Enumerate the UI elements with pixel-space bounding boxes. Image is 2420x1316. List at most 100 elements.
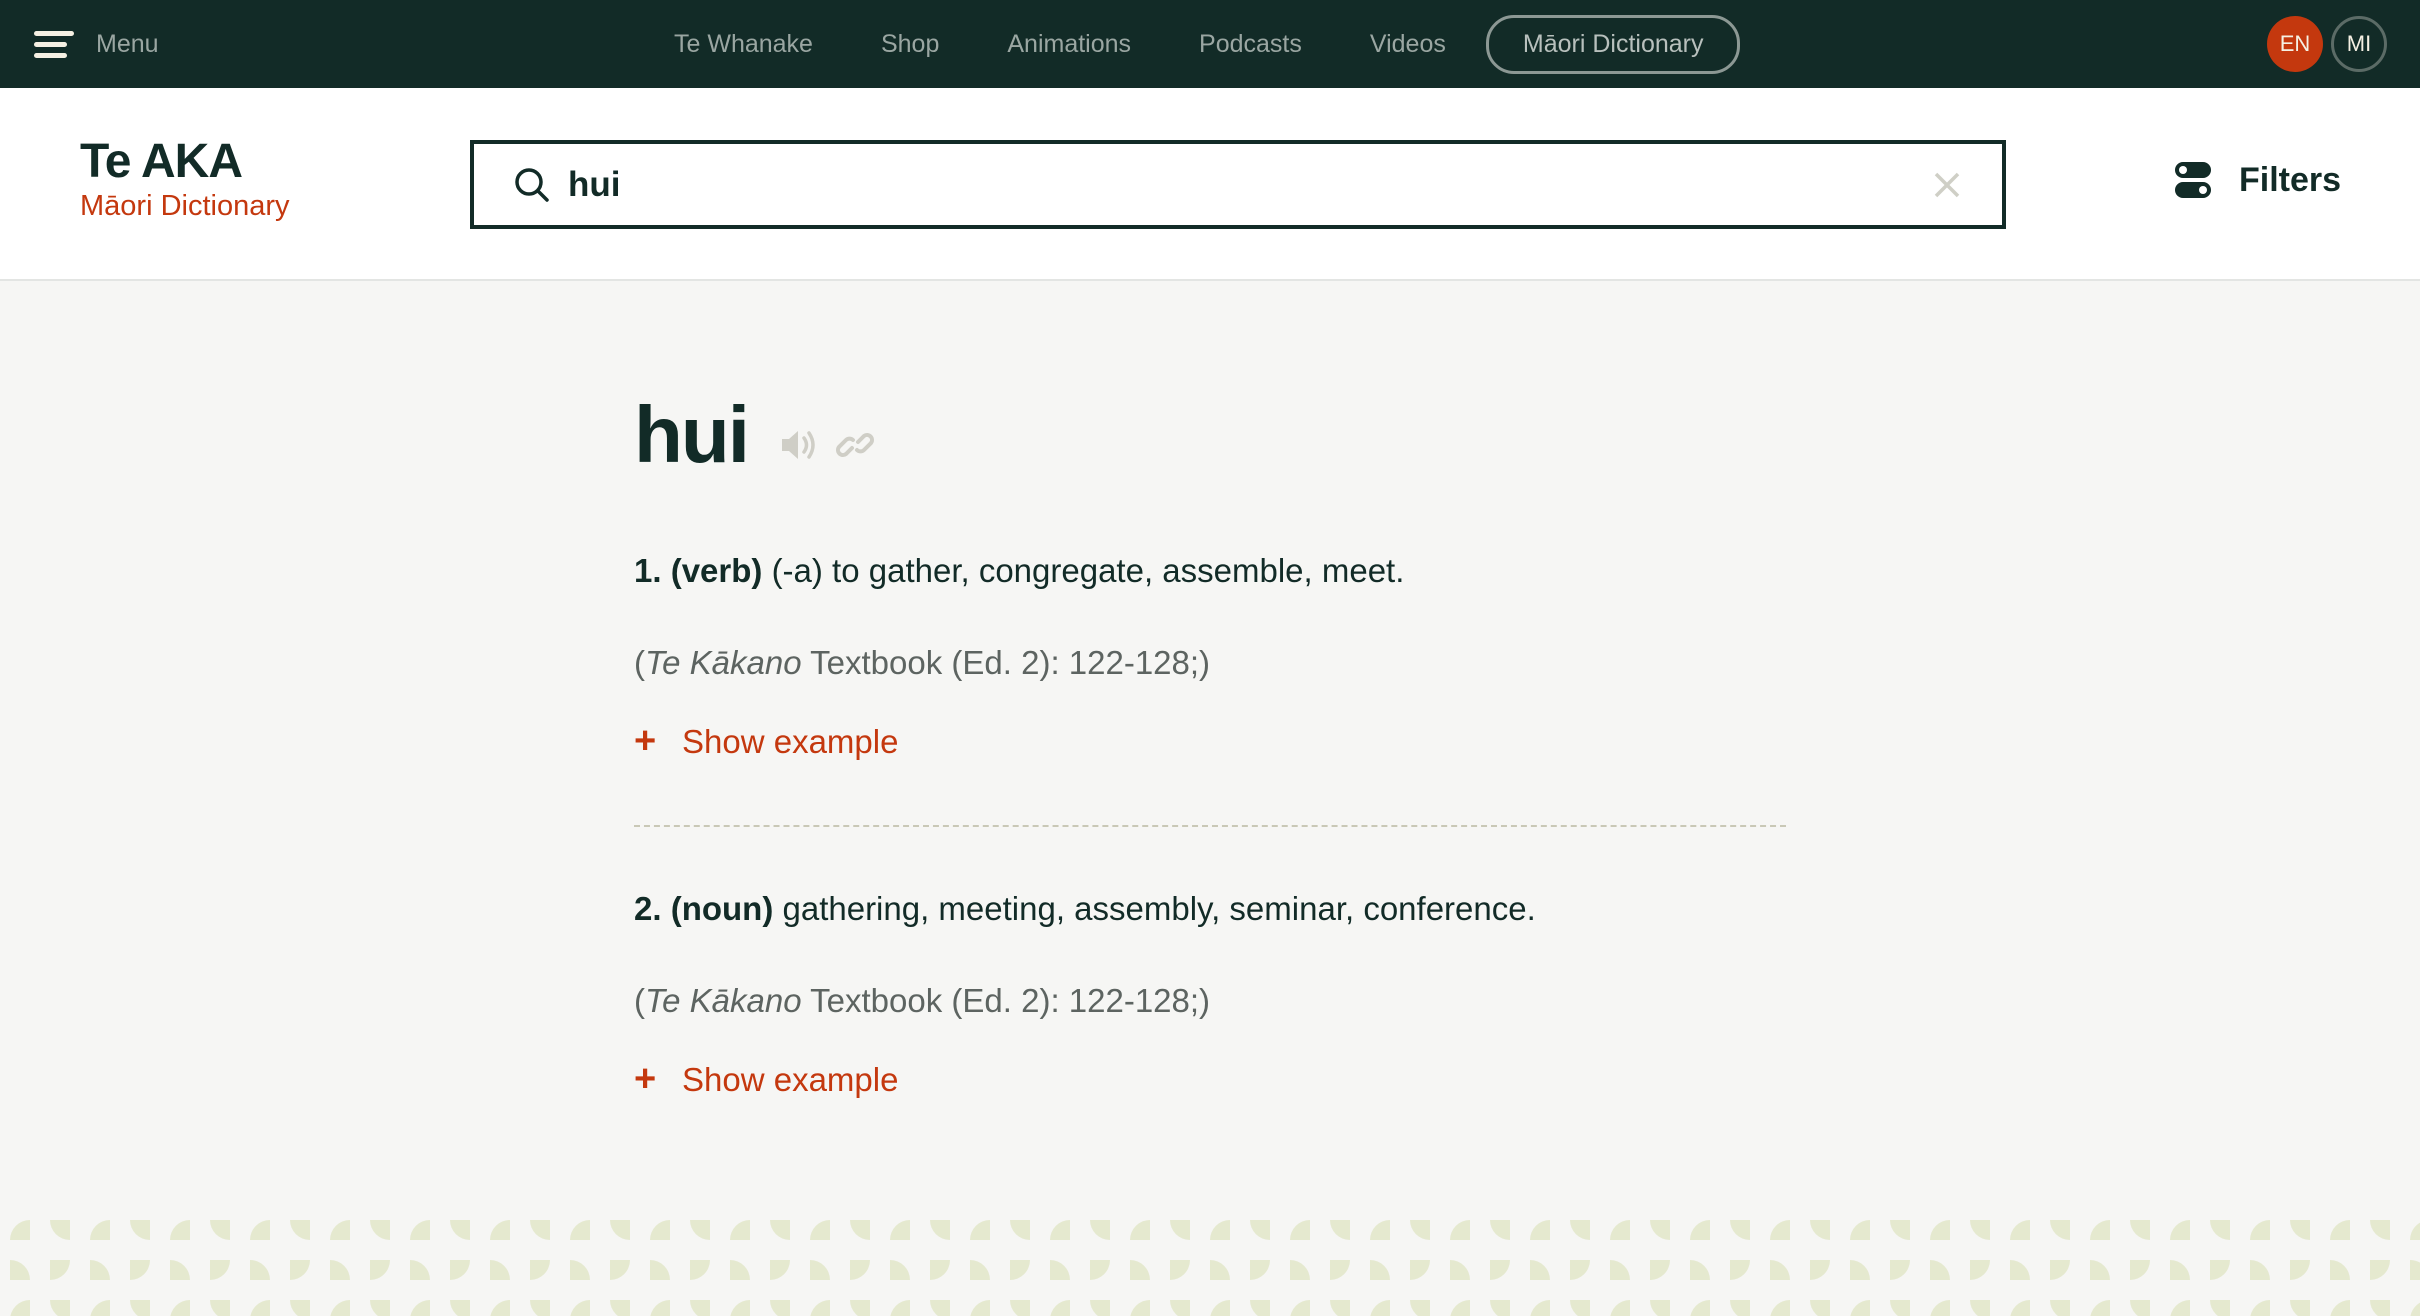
pattern-shape xyxy=(1650,1220,1670,1240)
nav-podcasts[interactable]: Podcasts xyxy=(1199,30,1302,59)
language-en-button[interactable]: EN xyxy=(2267,16,2323,72)
pattern-shape xyxy=(90,1260,110,1280)
pattern-shape xyxy=(1330,1220,1350,1240)
pattern-shape xyxy=(1850,1260,1870,1280)
link-icon[interactable] xyxy=(834,424,876,466)
pattern-shape xyxy=(370,1260,390,1280)
language-mi-button[interactable]: MI xyxy=(2331,16,2387,72)
pattern-shape xyxy=(290,1300,310,1316)
pattern-shape xyxy=(490,1220,510,1240)
sense-divider xyxy=(634,825,1786,827)
pattern-shape xyxy=(90,1220,110,1240)
headword: hui xyxy=(634,390,750,479)
pattern-shape xyxy=(890,1300,910,1316)
citation-open: ( xyxy=(634,644,645,681)
speaker-icon[interactable] xyxy=(778,424,820,466)
show-example-button[interactable]: + Show example xyxy=(634,1058,898,1101)
filters-button[interactable]: Filters xyxy=(2173,160,2341,200)
pattern-shape xyxy=(1970,1220,1990,1240)
pattern-shape xyxy=(1410,1260,1430,1280)
pattern-shape xyxy=(290,1260,310,1280)
pattern-shape xyxy=(770,1220,790,1240)
pattern-shape xyxy=(370,1220,390,1240)
filters-label: Filters xyxy=(2239,160,2342,199)
pattern-shape xyxy=(2090,1260,2110,1280)
pattern-shape xyxy=(690,1300,710,1316)
sense-number: 2. xyxy=(634,890,662,927)
pattern-shape xyxy=(130,1300,150,1316)
pattern-shape xyxy=(2130,1300,2150,1316)
pattern-shape xyxy=(2010,1220,2030,1240)
pattern-shape xyxy=(210,1220,230,1240)
citation-title: Te Kākano xyxy=(645,644,802,681)
pattern-shape xyxy=(250,1300,270,1316)
pattern-shape xyxy=(1210,1220,1230,1240)
pattern-shape xyxy=(1770,1260,1790,1280)
pattern-shape xyxy=(1610,1220,1630,1240)
close-icon[interactable] xyxy=(1932,170,1962,200)
nav-shop[interactable]: Shop xyxy=(881,30,939,59)
search-icon xyxy=(515,167,549,202)
pattern-shape xyxy=(50,1300,70,1316)
pattern-shape xyxy=(610,1260,630,1280)
pattern-shape xyxy=(850,1220,870,1240)
pattern-shape xyxy=(2130,1220,2150,1240)
pattern-shape xyxy=(810,1220,830,1240)
pattern-shape xyxy=(10,1260,30,1280)
logo[interactable]: Te AKA Māori Dictionary xyxy=(80,138,290,223)
pattern-shape xyxy=(1290,1220,1310,1240)
menu-button[interactable]: Menu xyxy=(34,26,159,62)
dictionary-entry: hui 1. (verb) (-a) to gather, congregate… xyxy=(634,380,1794,1100)
pattern-shape xyxy=(930,1260,950,1280)
pattern-shape xyxy=(50,1260,70,1280)
pattern-shape xyxy=(850,1260,870,1280)
pattern-shape xyxy=(10,1220,30,1240)
pattern-shape xyxy=(330,1260,350,1280)
pattern-shape xyxy=(610,1220,630,1240)
pattern-shape xyxy=(1010,1260,1030,1280)
pattern-shape xyxy=(530,1260,550,1280)
pattern-shape xyxy=(2330,1300,2350,1316)
pattern-shape xyxy=(2330,1220,2350,1240)
pattern-shape xyxy=(410,1260,430,1280)
search-input[interactable] xyxy=(568,164,1932,205)
nav-animations[interactable]: Animations xyxy=(1007,30,1131,59)
show-example-label: Show example xyxy=(682,722,899,760)
pattern-shape xyxy=(890,1260,910,1280)
pattern-shape xyxy=(2290,1260,2310,1280)
pattern-shape xyxy=(1450,1220,1470,1240)
pattern-shape xyxy=(1290,1260,1310,1280)
pattern-shape xyxy=(10,1300,30,1316)
hamburger-icon xyxy=(34,29,74,59)
pattern-shape xyxy=(450,1300,470,1316)
sense-number: 1. xyxy=(634,552,662,589)
pattern-shape xyxy=(1770,1220,1790,1240)
pattern-shape xyxy=(690,1220,710,1240)
pattern-shape xyxy=(2210,1260,2230,1280)
pattern-shape xyxy=(1090,1220,1110,1240)
pattern-shape xyxy=(2170,1220,2190,1240)
pattern-shape xyxy=(1810,1300,1830,1316)
pattern-shape xyxy=(1730,1260,1750,1280)
nav-te-whanake[interactable]: Te Whanake xyxy=(674,30,813,59)
plus-icon: + xyxy=(634,1058,657,1100)
plus-icon: + xyxy=(634,720,657,762)
pattern-shape xyxy=(2410,1220,2420,1240)
pattern-shape xyxy=(890,1220,910,1240)
pattern-shape xyxy=(450,1220,470,1240)
pattern-shape xyxy=(1490,1220,1510,1240)
definition-text: gathering, meeting, assembly, seminar, c… xyxy=(782,890,1536,927)
pattern-shape xyxy=(570,1260,590,1280)
pattern-shape xyxy=(1490,1260,1510,1280)
nav-maori-dictionary[interactable]: Māori Dictionary xyxy=(1485,14,1741,74)
pattern-shape xyxy=(1610,1260,1630,1280)
pattern-shape xyxy=(610,1300,630,1316)
pattern-shape xyxy=(1650,1300,1670,1316)
pattern-shape xyxy=(1050,1220,1070,1240)
pattern-shape xyxy=(90,1300,110,1316)
toggle-filters-icon xyxy=(2175,162,2211,198)
citation-detail: Textbook (Ed. 2): 122-128;) xyxy=(810,982,1211,1019)
pattern-shape xyxy=(1730,1220,1750,1240)
show-example-button[interactable]: + Show example xyxy=(634,720,898,763)
nav-videos[interactable]: Videos xyxy=(1370,30,1446,59)
